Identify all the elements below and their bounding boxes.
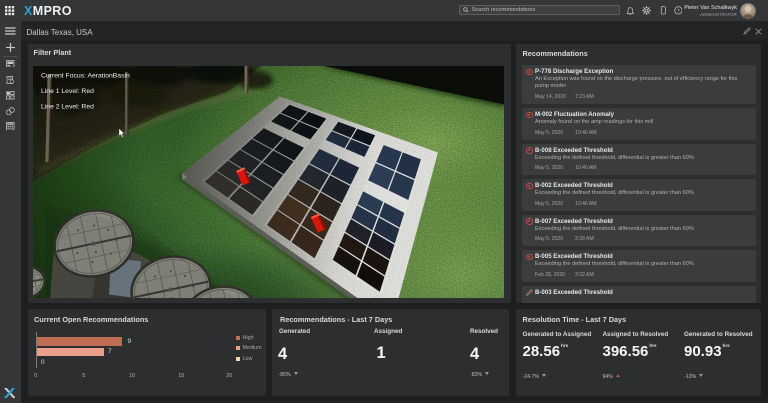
svg-text:Line 2 Level: Red: Line 2 Level: Red (41, 103, 94, 110)
svg-text:Line 1 Level: Red: Line 1 Level: Red (41, 88, 94, 95)
svg-text:Current Focus: AerationBasin: Current Focus: AerationBasin (41, 72, 130, 79)
